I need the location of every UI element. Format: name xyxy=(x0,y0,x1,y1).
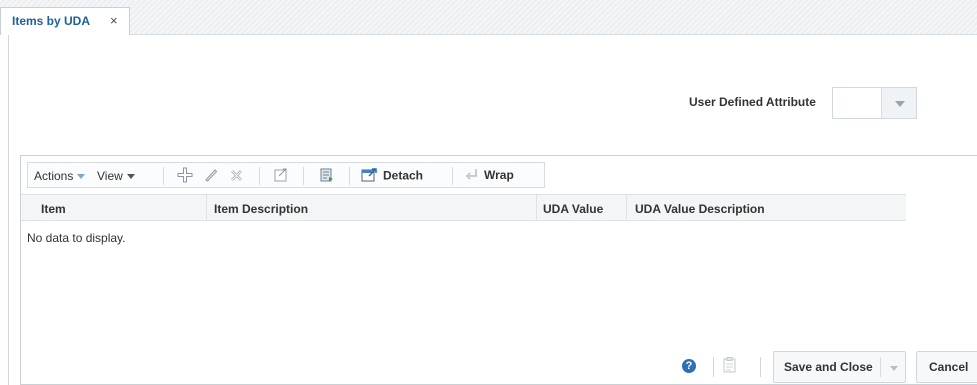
toolbar-separator xyxy=(259,167,260,185)
footer-separator xyxy=(760,357,761,377)
delete-icon[interactable] xyxy=(228,167,246,185)
wrap-button[interactable]: Wrap xyxy=(465,168,514,183)
split-divider xyxy=(880,357,881,377)
column-divider xyxy=(626,195,627,221)
empty-table-message: No data to display. xyxy=(27,231,126,245)
help-icon[interactable]: ? xyxy=(682,359,696,373)
table-header: Item Item Description UDA Value UDA Valu… xyxy=(21,194,906,221)
uda-dropdown-button[interactable] xyxy=(881,88,916,118)
export-icon[interactable] xyxy=(272,167,290,185)
toolbar-separator xyxy=(452,167,453,185)
caret-down-icon xyxy=(77,174,86,180)
save-and-close-button[interactable]: Save and Close xyxy=(773,351,906,383)
import-icon[interactable] xyxy=(318,167,336,185)
content-border xyxy=(8,35,9,385)
footer-separator xyxy=(713,357,714,377)
tab-items-by-uda[interactable]: Items by UDA × xyxy=(0,7,130,35)
column-header-uda-value-description[interactable]: UDA Value Description xyxy=(635,202,765,216)
column-header-item-description[interactable]: Item Description xyxy=(214,202,308,216)
view-menu-label: View xyxy=(97,169,123,183)
view-menu[interactable]: View xyxy=(97,169,135,183)
add-icon[interactable] xyxy=(176,167,194,185)
detach-icon xyxy=(361,168,377,185)
column-divider xyxy=(206,195,207,221)
toolbar-separator xyxy=(303,167,304,185)
column-divider xyxy=(536,195,537,221)
detach-button[interactable]: Detach xyxy=(361,168,423,185)
chevron-down-icon[interactable] xyxy=(890,366,898,371)
wrap-icon xyxy=(465,168,478,183)
actions-menu[interactable]: Actions xyxy=(34,169,86,183)
toolbar-separator xyxy=(163,167,164,185)
chevron-down-icon xyxy=(895,101,905,107)
close-icon[interactable]: × xyxy=(110,13,118,28)
cancel-button[interactable]: Cancel xyxy=(916,351,977,383)
toolbar-group: Actions View Detach Wrap xyxy=(27,162,545,188)
uda-field-label: User Defined Attribute xyxy=(689,95,816,109)
edit-icon[interactable] xyxy=(202,167,220,185)
caret-down-icon xyxy=(126,174,135,180)
column-header-uda-value[interactable]: UDA Value xyxy=(543,202,603,216)
tab-label: Items by UDA xyxy=(12,14,91,28)
cancel-label: Cancel xyxy=(929,360,969,374)
uda-select[interactable] xyxy=(832,87,917,119)
toolbar-separator xyxy=(349,167,350,185)
wrap-label: Wrap xyxy=(484,168,514,182)
column-header-item[interactable]: Item xyxy=(41,202,66,216)
actions-menu-label: Actions xyxy=(34,169,74,183)
table-toolbar: Actions View Detach Wrap xyxy=(21,156,977,194)
tab-strip: Items by UDA × xyxy=(0,0,977,35)
document-icon[interactable] xyxy=(723,357,737,373)
save-and-close-label: Save and Close xyxy=(784,360,873,374)
detach-label: Detach xyxy=(383,168,424,183)
